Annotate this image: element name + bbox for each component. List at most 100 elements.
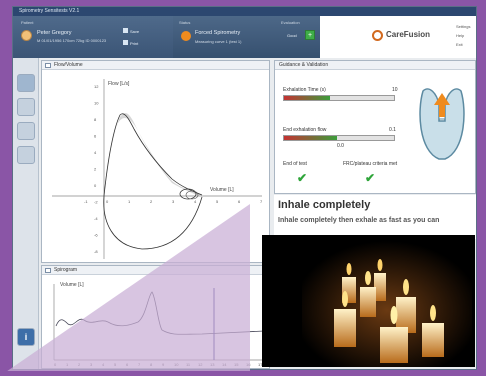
time-tick-label: 0 — [54, 362, 57, 367]
print-icon — [123, 40, 128, 45]
flow-volume-title: Flow/Volume — [54, 62, 83, 68]
chart-icon — [45, 63, 51, 68]
volume-tick-label: -1 — [84, 199, 88, 204]
volume-tick-label: 4 — [194, 199, 197, 204]
flow-tick-label: 10 — [94, 101, 99, 106]
spirogram-header: Spirogram — [42, 266, 269, 275]
time-tick-label: 3 — [90, 362, 93, 367]
flow-volume-panel: Flow/Volume Flow [L/s] Volume [L] 12 10 8 6… — [41, 60, 270, 263]
flow-tick-label: 6 — [94, 134, 97, 139]
end-flow-max: 0.1 — [389, 127, 396, 133]
save-icon — [123, 28, 128, 33]
time-tick-label: 16 — [246, 362, 251, 367]
top-bar: Patient Peter Gregory M 01/01/1956 170cm… — [13, 16, 476, 58]
evaluation-value: Good — [287, 33, 297, 38]
help-link[interactable]: Help — [456, 33, 464, 38]
print-button[interactable]: Print — [123, 40, 138, 46]
toolbar-button-compare[interactable] — [17, 146, 35, 164]
instruction-panel: Inhale completely Inhale completely then… — [274, 195, 476, 239]
instruction-heading: Inhale completely — [278, 199, 371, 211]
window-title: Spirometry Sensitests V2.1 — [13, 7, 476, 16]
time-tick-label: 9 — [162, 362, 165, 367]
flow-tick-label: -8 — [94, 249, 98, 254]
time-tick-label: 15 — [234, 362, 239, 367]
guidance-panel: Guidance & Validation Exhalation Time (s… — [274, 60, 476, 194]
time-tick-label: 10 — [174, 362, 179, 367]
flow-tick-label: 4 — [94, 150, 97, 155]
flow-volume-header: Flow/Volume — [42, 61, 269, 70]
toolbar-button-trend[interactable] — [17, 98, 35, 116]
spirogram-panel: Spirogram Volume [L] 0 1 2 3 4 5 6 7 8 9 10 11 12 13 1… — [41, 265, 270, 369]
carefusion-logo-icon — [372, 30, 383, 41]
volume-tick-label: 7 — [260, 199, 263, 204]
flow-tick-label: 12 — [94, 84, 99, 89]
volume-tick-label: 5 — [216, 199, 219, 204]
end-flow-label: End exhalation flow — [283, 127, 327, 133]
accept-button[interactable]: + — [305, 30, 315, 40]
guidance-title: Guidance & Validation — [279, 62, 329, 68]
chart-icon — [45, 268, 51, 273]
guidance-header: Guidance & Validation — [275, 61, 475, 70]
evaluation-label: Evaluation — [281, 20, 300, 25]
predicted-area — [104, 113, 202, 197]
time-tick-label: 7 — [138, 362, 141, 367]
volume-ticks: -1 0 1 2 3 4 5 6 7 — [84, 199, 263, 204]
time-ticks: 0 1 2 3 4 5 6 7 8 9 10 11 12 13 14 15 16 17 — [54, 362, 263, 367]
info-icon: i — [24, 332, 28, 342]
candles-video — [262, 235, 475, 367]
spirogram-y-label: Volume [L] — [60, 282, 84, 288]
brand-name: CareFusion — [386, 30, 431, 39]
brand-panel: CareFusion Settings Help Exit — [320, 16, 476, 58]
status-test-name: Forced Spirometry — [195, 30, 241, 36]
time-tick-label: 11 — [186, 362, 191, 367]
exhalation-time-max: 10 — [392, 87, 398, 93]
info-button[interactable]: i — [17, 328, 35, 346]
time-tick-label: 5 — [114, 362, 117, 367]
save-label: Save — [130, 29, 140, 34]
toolbar-button-report[interactable] — [17, 122, 35, 140]
flow-volume-chart: Flow [L/s] Volume [L] 121086420-2-4-6-8 … — [52, 79, 263, 259]
volume-tick-label: 3 — [172, 199, 175, 204]
end-flow-value: 0.0 — [337, 143, 344, 149]
user-icon — [21, 30, 32, 41]
volume-tick-label: 6 — [238, 199, 241, 204]
lungs-diagram — [415, 81, 469, 165]
exit-link[interactable]: Exit — [456, 42, 463, 47]
volume-tick-label: 2 — [150, 199, 153, 204]
exhalation-time-bar — [283, 95, 395, 101]
time-tick-label: 13 — [210, 362, 215, 367]
volume-tick-label: 1 — [128, 199, 131, 204]
time-tick-label: 14 — [222, 362, 227, 367]
flow-tick-label: -6 — [94, 233, 98, 238]
lungs-icon — [181, 31, 191, 41]
time-tick-label: 12 — [198, 362, 203, 367]
spirogram-chart: Volume [L] 0 1 2 3 4 5 6 7 8 9 10 11 12 13 14 15 16 17 — [53, 282, 265, 367]
inspiratory-curve — [103, 195, 203, 250]
save-button[interactable]: Save — [123, 28, 139, 34]
status-panel: Status Forced Spirometry Measuring curve… — [173, 16, 320, 58]
end-of-test-check-icon: ✔ — [297, 171, 308, 185]
status-subtext: Measuring curve 1 (test 1) — [195, 39, 242, 44]
time-tick-label: 1 — [66, 362, 69, 367]
end-flow-bar — [283, 135, 395, 141]
end-of-test-label: End of test — [283, 161, 307, 167]
time-tick-label: 4 — [102, 362, 105, 367]
frc-criteria-check-icon: ✔ — [365, 171, 376, 185]
flow-tick-label: -2 — [94, 200, 98, 205]
patient-details: M 01/01/1956 170cm 72kg ID 0000123 — [37, 38, 107, 43]
time-tick-label: 8 — [150, 362, 153, 367]
toolbar-button-flow[interactable] — [17, 74, 35, 92]
status-label: Status — [179, 20, 191, 25]
settings-link[interactable]: Settings — [456, 24, 470, 29]
flow-tick-label: 0 — [94, 183, 97, 188]
left-toolbar: i — [13, 58, 39, 369]
spirogram-curve — [55, 291, 265, 335]
patient-name: Peter Gregory — [37, 30, 72, 36]
patient-panel[interactable]: Patient Peter Gregory M 01/01/1956 170cm… — [13, 16, 173, 58]
flow-axis-label: Flow [L/s] — [108, 81, 130, 87]
lungs-icon — [419, 88, 465, 160]
flow-tick-label: -4 — [94, 216, 98, 221]
flow-tick-label: 2 — [94, 167, 97, 172]
volume-axis-label: Volume [L] — [210, 187, 234, 193]
frc-criteria-label: FRC/plateau criteria met — [343, 161, 398, 167]
